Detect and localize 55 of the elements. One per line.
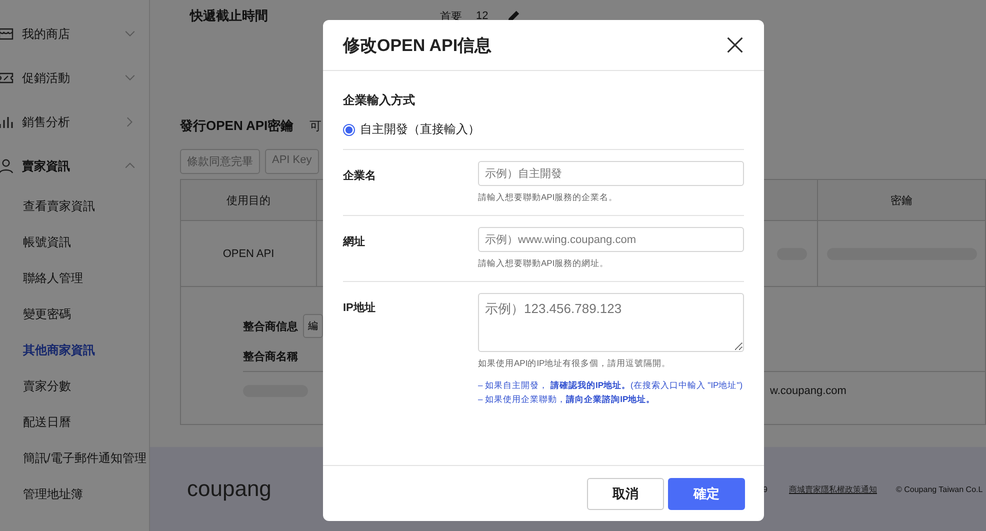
bar-chart-icon <box>0 114 14 130</box>
coupon-icon <box>0 70 14 86</box>
close-icon[interactable] <box>726 36 744 54</box>
field-label: 企業名 <box>343 168 377 184</box>
section-note: 可 <box>310 118 322 135</box>
section-title: 快遞截止時間 <box>190 7 269 25</box>
sub-nav-item[interactable]: 其他商家資訊 <box>0 332 149 368</box>
input-field[interactable]: 示例）www.wing.coupang.com <box>478 227 744 252</box>
sub-nav-item[interactable]: 帳號資訊 <box>0 224 149 260</box>
sub-nav-item[interactable]: 變更密碼 <box>0 296 149 332</box>
input-field[interactable]: 示例）123.456.789.123 <box>478 293 744 352</box>
nav-item[interactable]: 銷售分析 <box>0 100 149 144</box>
integrator-url: w.coupang.com <box>770 385 846 397</box>
field-label: 網址 <box>343 234 366 250</box>
cutoff-value: 12 <box>476 10 490 22</box>
coupang-logo: coupang <box>187 476 272 501</box>
sub-nav-item[interactable]: 查看賣家資訊 <box>0 188 149 224</box>
nav-item[interactable]: 我的商店 <box>0 12 149 56</box>
hint-text: 如果使用API的IP地址有很多個，請用逗號隔開。 <box>478 358 672 370</box>
radio-button[interactable] <box>343 124 355 136</box>
field-label: IP地址 <box>343 300 376 316</box>
hint-text: 請輸入想要聯動API服務的企業名。 <box>478 192 619 204</box>
sub-nav-item[interactable]: 賣家分數 <box>0 368 149 404</box>
nav-item[interactable]: 賣家資訊 <box>0 144 149 188</box>
cancel-button[interactable]: 取消 <box>587 478 664 510</box>
edit-button[interactable]: 編 <box>303 314 323 338</box>
section-title: 發行OPEN API密鑰 <box>180 117 294 135</box>
nav-item[interactable]: 促銷活動 <box>0 56 149 100</box>
nav-label: 賣家資訊 <box>22 158 71 174</box>
table-cell: OPEN API <box>181 221 317 286</box>
modal-title: 修改OPEN API信息 <box>343 34 492 56</box>
person-icon <box>0 158 14 174</box>
storefront-icon <box>0 26 14 42</box>
nav-label: 銷售分析 <box>22 114 71 130</box>
radio-option[interactable]: 自主開發（直接輸入） <box>343 121 744 138</box>
step-tag: API Key <box>265 149 319 174</box>
hint-text: 請輸入想要聯動API服務的網址。 <box>478 258 610 270</box>
confirm-button[interactable]: 確定 <box>668 478 745 510</box>
column-header: 使用目的 <box>181 180 317 220</box>
note-text: – 如果自主開發， 請確認我的IP地址。(在搜索入口中輸入 "IP地址") <box>478 379 744 392</box>
step-tag: 條款同意完畢 <box>180 149 260 174</box>
copyright-text: © Coupang Taiwan Co.L <box>896 484 983 494</box>
sub-nav-item[interactable]: 聯絡人管理 <box>0 260 149 296</box>
field-label: 整合商信息 <box>243 320 298 334</box>
privacy-link[interactable]: 商城賣家隱私權政策通知 <box>789 484 896 494</box>
note-text: – 如果使用企業聯動，請向企業諮詢IP地址。 <box>478 393 656 406</box>
nav-label: 促銷活動 <box>22 70 71 86</box>
input-field[interactable]: 示例）自主開發 <box>478 161 744 186</box>
nav-label: 我的商店 <box>22 26 71 42</box>
sub-nav-item[interactable]: 管理地址簿 <box>0 476 149 512</box>
column-header: 密鑰 <box>890 194 914 208</box>
field-label: 整合商名稱 <box>243 350 298 364</box>
sub-nav-item[interactable]: 配送日曆 <box>0 404 149 440</box>
sub-nav-item[interactable]: 簡訊/電子郵件通知管理 <box>0 440 149 476</box>
section-heading: 企業輸入方式 <box>343 92 416 109</box>
